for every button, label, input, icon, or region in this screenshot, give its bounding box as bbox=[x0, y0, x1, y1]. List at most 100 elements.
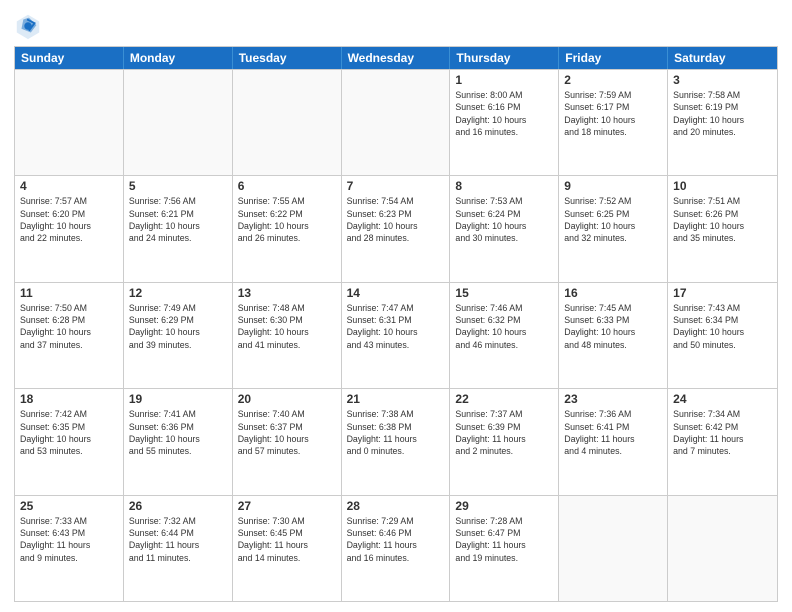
header bbox=[14, 12, 778, 40]
cell-info: Sunrise: 7:34 AM Sunset: 6:42 PM Dayligh… bbox=[673, 408, 772, 457]
day-cell-14: 14 Sunrise: 7:47 AM Sunset: 6:31 PM Dayli… bbox=[342, 283, 451, 388]
empty-cell bbox=[559, 496, 668, 601]
cell-info: Sunrise: 7:37 AM Sunset: 6:39 PM Dayligh… bbox=[455, 408, 553, 457]
cell-info: Sunrise: 7:40 AM Sunset: 6:37 PM Dayligh… bbox=[238, 408, 336, 457]
day-cell-19: 19 Sunrise: 7:41 AM Sunset: 6:36 PM Dayli… bbox=[124, 389, 233, 494]
cell-info: Sunrise: 7:58 AM Sunset: 6:19 PM Dayligh… bbox=[673, 89, 772, 138]
day-cell-23: 23 Sunrise: 7:36 AM Sunset: 6:41 PM Dayli… bbox=[559, 389, 668, 494]
cell-info: Sunrise: 7:57 AM Sunset: 6:20 PM Dayligh… bbox=[20, 195, 118, 244]
day-number: 20 bbox=[238, 392, 336, 406]
day-number: 17 bbox=[673, 286, 772, 300]
cell-info: Sunrise: 7:47 AM Sunset: 6:31 PM Dayligh… bbox=[347, 302, 445, 351]
day-cell-18: 18 Sunrise: 7:42 AM Sunset: 6:35 PM Dayli… bbox=[15, 389, 124, 494]
cell-info: Sunrise: 7:50 AM Sunset: 6:28 PM Dayligh… bbox=[20, 302, 118, 351]
day-cell-11: 11 Sunrise: 7:50 AM Sunset: 6:28 PM Dayli… bbox=[15, 283, 124, 388]
day-cell-17: 17 Sunrise: 7:43 AM Sunset: 6:34 PM Dayli… bbox=[668, 283, 777, 388]
cell-info: Sunrise: 7:48 AM Sunset: 6:30 PM Dayligh… bbox=[238, 302, 336, 351]
day-cell-22: 22 Sunrise: 7:37 AM Sunset: 6:39 PM Dayli… bbox=[450, 389, 559, 494]
calendar-body: 1 Sunrise: 8:00 AM Sunset: 6:16 PM Daylig… bbox=[15, 69, 777, 601]
header-day-wednesday: Wednesday bbox=[342, 47, 451, 69]
day-number: 3 bbox=[673, 73, 772, 87]
day-cell-3: 3 Sunrise: 7:58 AM Sunset: 6:19 PM Daylig… bbox=[668, 70, 777, 175]
calendar: SundayMondayTuesdayWednesdayThursdayFrid… bbox=[14, 46, 778, 602]
day-cell-6: 6Sunrise: 7:55 AM Sunset: 6:22 PM Daylig… bbox=[233, 176, 342, 281]
cell-info: Sunrise: 7:29 AM Sunset: 6:46 PM Dayligh… bbox=[347, 515, 445, 564]
day-number: 15 bbox=[455, 286, 553, 300]
day-number: 29 bbox=[455, 499, 553, 513]
header-day-friday: Friday bbox=[559, 47, 668, 69]
day-number: 8 bbox=[455, 179, 553, 193]
day-cell-2: 2Sunrise: 7:59 AM Sunset: 6:17 PM Daylig… bbox=[559, 70, 668, 175]
day-cell-8: 8 Sunrise: 7:53 AM Sunset: 6:24 PM Daylig… bbox=[450, 176, 559, 281]
day-number: 22 bbox=[455, 392, 553, 406]
day-cell-5: 5Sunrise: 7:56 AM Sunset: 6:21 PM Daylig… bbox=[124, 176, 233, 281]
empty-cell bbox=[668, 496, 777, 601]
day-number: 2 bbox=[564, 73, 662, 87]
empty-cell bbox=[233, 70, 342, 175]
day-cell-27: 27Sunrise: 7:30 AM Sunset: 6:45 PM Dayli… bbox=[233, 496, 342, 601]
empty-cell bbox=[124, 70, 233, 175]
day-cell-16: 16Sunrise: 7:45 AM Sunset: 6:33 PM Dayli… bbox=[559, 283, 668, 388]
header-day-sunday: Sunday bbox=[15, 47, 124, 69]
empty-cell bbox=[342, 70, 451, 175]
day-number: 26 bbox=[129, 499, 227, 513]
cell-info: Sunrise: 7:43 AM Sunset: 6:34 PM Dayligh… bbox=[673, 302, 772, 351]
day-cell-9: 9 Sunrise: 7:52 AM Sunset: 6:25 PM Daylig… bbox=[559, 176, 668, 281]
day-cell-24: 24Sunrise: 7:34 AM Sunset: 6:42 PM Dayli… bbox=[668, 389, 777, 494]
calendar-row-2: 11 Sunrise: 7:50 AM Sunset: 6:28 PM Dayli… bbox=[15, 282, 777, 388]
calendar-row-1: 4 Sunrise: 7:57 AM Sunset: 6:20 PM Daylig… bbox=[15, 175, 777, 281]
cell-info: Sunrise: 7:52 AM Sunset: 6:25 PM Dayligh… bbox=[564, 195, 662, 244]
header-day-tuesday: Tuesday bbox=[233, 47, 342, 69]
day-cell-29: 29 Sunrise: 7:28 AM Sunset: 6:47 PM Dayli… bbox=[450, 496, 559, 601]
page: SundayMondayTuesdayWednesdayThursdayFrid… bbox=[0, 0, 792, 612]
day-cell-21: 21 Sunrise: 7:38 AM Sunset: 6:38 PM Dayli… bbox=[342, 389, 451, 494]
day-cell-15: 15 Sunrise: 7:46 AM Sunset: 6:32 PM Dayli… bbox=[450, 283, 559, 388]
header-day-saturday: Saturday bbox=[668, 47, 777, 69]
day-number: 4 bbox=[20, 179, 118, 193]
cell-info: Sunrise: 7:28 AM Sunset: 6:47 PM Dayligh… bbox=[455, 515, 553, 564]
day-number: 12 bbox=[129, 286, 227, 300]
cell-info: Sunrise: 7:55 AM Sunset: 6:22 PM Dayligh… bbox=[238, 195, 336, 244]
cell-info: Sunrise: 7:54 AM Sunset: 6:23 PM Dayligh… bbox=[347, 195, 445, 244]
day-number: 1 bbox=[455, 73, 553, 87]
calendar-row-0: 1 Sunrise: 8:00 AM Sunset: 6:16 PM Daylig… bbox=[15, 69, 777, 175]
day-number: 16 bbox=[564, 286, 662, 300]
day-cell-10: 10 Sunrise: 7:51 AM Sunset: 6:26 PM Dayli… bbox=[668, 176, 777, 281]
day-number: 14 bbox=[347, 286, 445, 300]
cell-info: Sunrise: 7:38 AM Sunset: 6:38 PM Dayligh… bbox=[347, 408, 445, 457]
empty-cell bbox=[15, 70, 124, 175]
day-number: 13 bbox=[238, 286, 336, 300]
day-cell-28: 28 Sunrise: 7:29 AM Sunset: 6:46 PM Dayli… bbox=[342, 496, 451, 601]
cell-info: Sunrise: 7:33 AM Sunset: 6:43 PM Dayligh… bbox=[20, 515, 118, 564]
cell-info: Sunrise: 7:41 AM Sunset: 6:36 PM Dayligh… bbox=[129, 408, 227, 457]
day-number: 27 bbox=[238, 499, 336, 513]
cell-info: Sunrise: 7:36 AM Sunset: 6:41 PM Dayligh… bbox=[564, 408, 662, 457]
day-cell-25: 25 Sunrise: 7:33 AM Sunset: 6:43 PM Dayli… bbox=[15, 496, 124, 601]
cell-info: Sunrise: 7:32 AM Sunset: 6:44 PM Dayligh… bbox=[129, 515, 227, 564]
calendar-row-3: 18 Sunrise: 7:42 AM Sunset: 6:35 PM Dayli… bbox=[15, 388, 777, 494]
day-number: 23 bbox=[564, 392, 662, 406]
cell-info: Sunrise: 8:00 AM Sunset: 6:16 PM Dayligh… bbox=[455, 89, 553, 138]
day-cell-26: 26 Sunrise: 7:32 AM Sunset: 6:44 PM Dayli… bbox=[124, 496, 233, 601]
day-number: 25 bbox=[20, 499, 118, 513]
day-number: 9 bbox=[564, 179, 662, 193]
cell-info: Sunrise: 7:46 AM Sunset: 6:32 PM Dayligh… bbox=[455, 302, 553, 351]
cell-info: Sunrise: 7:53 AM Sunset: 6:24 PM Dayligh… bbox=[455, 195, 553, 244]
header-day-thursday: Thursday bbox=[450, 47, 559, 69]
day-number: 10 bbox=[673, 179, 772, 193]
day-number: 19 bbox=[129, 392, 227, 406]
cell-info: Sunrise: 7:51 AM Sunset: 6:26 PM Dayligh… bbox=[673, 195, 772, 244]
day-number: 5 bbox=[129, 179, 227, 193]
header-day-monday: Monday bbox=[124, 47, 233, 69]
day-cell-20: 20 Sunrise: 7:40 AM Sunset: 6:37 PM Dayli… bbox=[233, 389, 342, 494]
cell-info: Sunrise: 7:42 AM Sunset: 6:35 PM Dayligh… bbox=[20, 408, 118, 457]
day-number: 18 bbox=[20, 392, 118, 406]
day-cell-4: 4 Sunrise: 7:57 AM Sunset: 6:20 PM Daylig… bbox=[15, 176, 124, 281]
day-cell-1: 1 Sunrise: 8:00 AM Sunset: 6:16 PM Daylig… bbox=[450, 70, 559, 175]
day-number: 21 bbox=[347, 392, 445, 406]
calendar-header: SundayMondayTuesdayWednesdayThursdayFrid… bbox=[15, 47, 777, 69]
day-number: 28 bbox=[347, 499, 445, 513]
day-number: 7 bbox=[347, 179, 445, 193]
day-number: 11 bbox=[20, 286, 118, 300]
day-cell-7: 7 Sunrise: 7:54 AM Sunset: 6:23 PM Daylig… bbox=[342, 176, 451, 281]
